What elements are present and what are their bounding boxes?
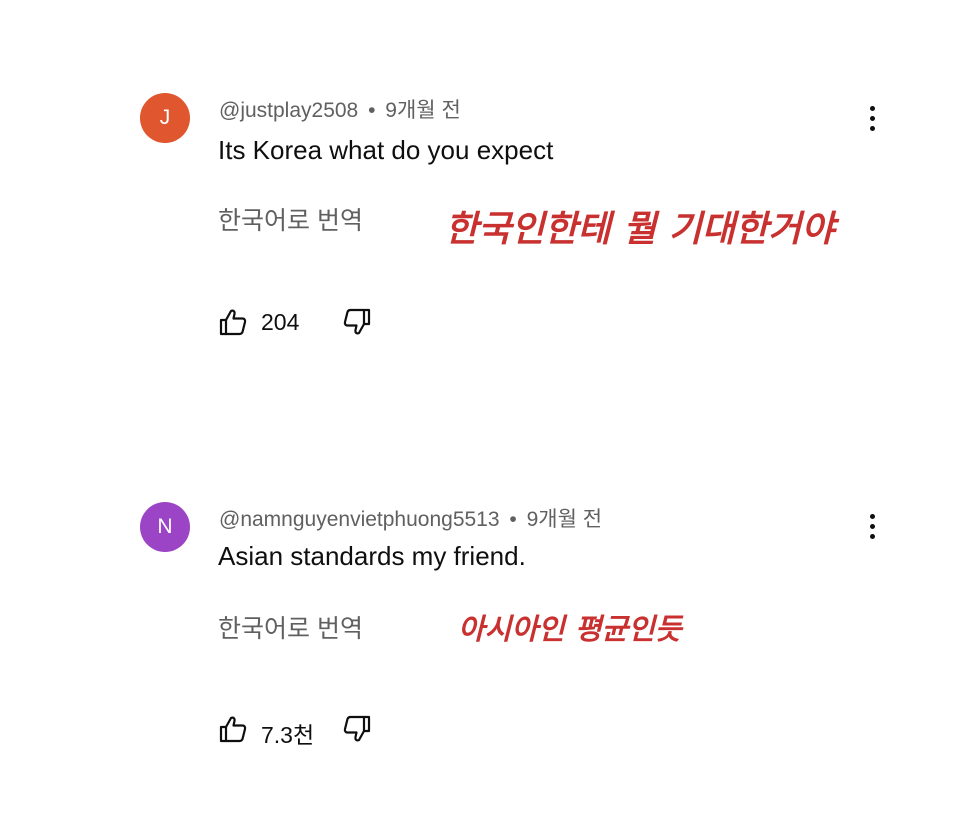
avatar[interactable]: J xyxy=(140,93,190,143)
comment-author-handle[interactable]: @namnguyenvietphuong5513 xyxy=(219,508,500,531)
thumbs-down-icon[interactable] xyxy=(342,307,372,337)
translate-button[interactable]: 한국어로 번역 xyxy=(218,201,363,237)
comment-meta: @namnguyenvietphuong5513 • 9개월 전 xyxy=(219,503,602,533)
like-count: 204 xyxy=(261,309,300,335)
comment-meta: @justplay2508 • 9개월 전 xyxy=(219,94,461,124)
comment-author-handle[interactable]: @justplay2508 xyxy=(219,99,358,122)
translate-button[interactable]: 한국어로 번역 xyxy=(218,609,363,645)
comment-timestamp[interactable]: 9개월 전 xyxy=(527,508,602,531)
comment-text: Asian standards my friend. xyxy=(218,541,526,571)
avatar[interactable]: N xyxy=(140,502,190,552)
overlay-caption: 한국인한테 뭘 기대한거야 xyxy=(445,209,835,250)
comment-text: Its Korea what do you expect xyxy=(218,135,554,165)
meta-separator: • xyxy=(368,99,376,122)
more-options-button[interactable] xyxy=(862,104,882,134)
thumbs-up-icon xyxy=(219,716,247,743)
thumbs-down-icon[interactable] xyxy=(342,714,372,744)
like-count: 7.3천 xyxy=(261,722,315,748)
overlay-caption: 아시아인 평균인듯 xyxy=(458,612,682,646)
meta-separator: • xyxy=(509,508,517,531)
more-options-button[interactable] xyxy=(862,512,882,542)
comment-timestamp[interactable]: 9개월 전 xyxy=(385,99,460,122)
thumbs-up-icon xyxy=(219,309,247,336)
